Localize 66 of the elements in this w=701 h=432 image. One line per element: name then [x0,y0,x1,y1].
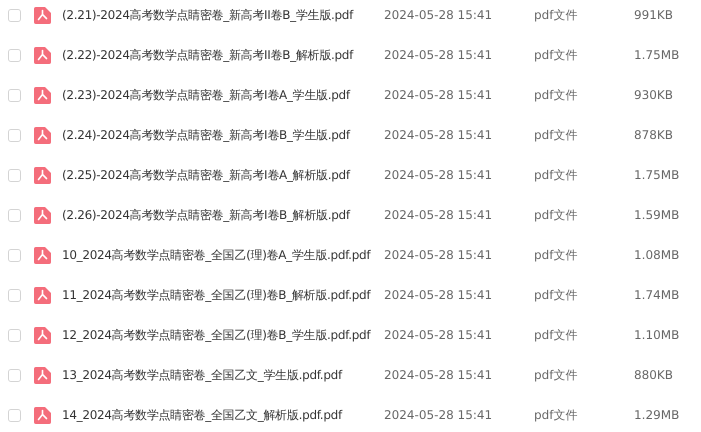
file-type: pdf文件 [534,246,578,264]
file-size: 1.59MB [634,208,680,222]
pdf-icon [34,46,51,64]
file-size: 880KB [634,368,674,382]
checkbox[interactable] [8,168,21,182]
file-type: pdf文件 [534,86,578,104]
file-size: 1.75MB [634,48,680,62]
pdf-icon [34,126,51,144]
file-type: pdf文件 [534,46,578,64]
file-size: 878KB [634,128,674,142]
file-name[interactable]: (2.22)-2024高考数学点睛密卷_新高考II卷B_解析版.pdf [62,46,384,64]
modified-date: 2024-05-28 15:41 [384,168,494,182]
file-type: pdf文件 [534,366,578,384]
file-name[interactable]: (2.24)-2024高考数学点睛密卷_新高考I卷B_学生版.pdf [62,126,384,144]
modified-date: 2024-05-28 15:41 [384,208,494,222]
file-size: 1.29MB [634,408,680,422]
pdf-icon [34,326,51,344]
file-type: pdf文件 [534,406,578,424]
pdf-icon [34,166,51,184]
file-type: pdf文件 [534,326,578,344]
modified-date: 2024-05-28 15:41 [384,408,494,422]
pdf-icon [34,6,51,24]
modified-date: 2024-05-28 15:41 [384,368,494,382]
file-type: pdf文件 [534,6,578,24]
file-size: 930KB [634,88,674,102]
file-size: 1.75MB [634,168,680,182]
file-size: 991KB [634,8,674,22]
file-name[interactable]: 12_2024高考数学点睛密卷_全国乙(理)卷B_学生版.pdf.pdf [62,326,384,344]
modified-date: 2024-05-28 15:41 [384,88,494,102]
file-size: 1.08MB [634,248,680,262]
file-type: pdf文件 [534,206,578,224]
pdf-icon [34,366,51,384]
file-size: 1.74MB [634,288,680,302]
file-name[interactable]: (2.26)-2024高考数学点睛密卷_新高考I卷B_解析版.pdf [62,206,384,224]
modified-date: 2024-05-28 15:41 [384,328,494,342]
file-name[interactable]: 14_2024高考数学点睛密卷_全国乙文_解析版.pdf.pdf [62,406,384,424]
checkbox[interactable] [8,368,21,382]
checkbox[interactable] [8,88,21,102]
file-name[interactable]: 13_2024高考数学点睛密卷_全国乙文_学生版.pdf.pdf [62,366,384,384]
file-name[interactable]: (2.21)-2024高考数学点睛密卷_新高考II卷B_学生版.pdf [62,6,384,24]
checkbox[interactable] [8,248,21,262]
modified-date: 2024-05-28 15:41 [384,288,494,302]
file-name[interactable]: (2.25)-2024高考数学点睛密卷_新高考I卷A_解析版.pdf [62,166,384,184]
pdf-icon [34,406,51,424]
pdf-icon [34,286,51,304]
modified-date: 2024-05-28 15:41 [384,248,494,262]
file-name[interactable]: 10_2024高考数学点睛密卷_全国乙(理)卷A_学生版.pdf.pdf [62,246,384,264]
modified-date: 2024-05-28 15:41 [384,8,494,22]
modified-date: 2024-05-28 15:41 [384,128,494,142]
checkbox[interactable] [8,208,21,222]
checkbox[interactable] [8,48,21,62]
checkbox[interactable] [8,8,21,22]
file-name[interactable]: 11_2024高考数学点睛密卷_全国乙(理)卷B_解析版.pdf.pdf [62,286,384,304]
pdf-icon [34,246,51,264]
pdf-icon [34,206,51,224]
pdf-icon [34,86,51,104]
checkbox[interactable] [8,288,21,302]
checkbox[interactable] [8,408,21,422]
file-type: pdf文件 [534,166,578,184]
file-type: pdf文件 [534,126,578,144]
file-size: 1.10MB [634,328,680,342]
modified-date: 2024-05-28 15:41 [384,48,494,62]
file-name[interactable]: (2.23)-2024高考数学点睛密卷_新高考I卷A_学生版.pdf [62,86,384,104]
file-type: pdf文件 [534,286,578,304]
checkbox[interactable] [8,328,21,342]
checkbox[interactable] [8,128,21,142]
